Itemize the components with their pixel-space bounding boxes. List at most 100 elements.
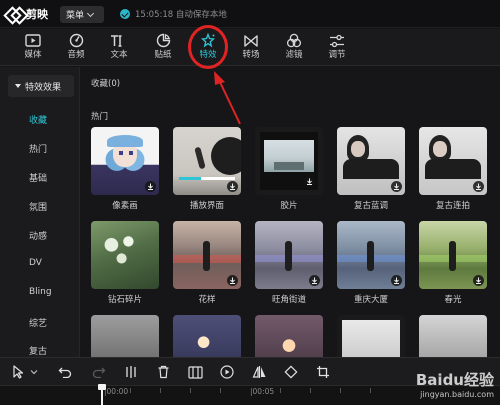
effect-card[interactable] — [255, 315, 327, 357]
effect-card[interactable]: 像素画 — [91, 127, 163, 211]
effect-card[interactable] — [173, 315, 245, 357]
tab-media[interactable]: 媒体 — [14, 31, 52, 64]
tab-transition[interactable]: 转场 — [232, 31, 270, 64]
download-icon[interactable] — [391, 181, 402, 192]
download-icon[interactable] — [309, 275, 320, 286]
save-status-text: 15:05:18 自动保存本地 — [135, 10, 227, 20]
effect-thumbnail — [337, 315, 405, 357]
tab-filter[interactable]: 滤镜 — [275, 31, 313, 64]
sidebar-item-variety[interactable]: 综艺 — [29, 316, 47, 329]
effect-thumbnail — [419, 221, 487, 289]
download-icon[interactable] — [391, 275, 402, 286]
effect-thumbnail — [173, 221, 241, 289]
split-icon[interactable] — [122, 364, 140, 380]
adjust-icon — [329, 31, 345, 50]
menu-button[interactable]: 菜单 — [60, 6, 104, 23]
download-icon[interactable] — [473, 275, 484, 286]
effect-card[interactable]: 花样 — [173, 221, 245, 305]
effect-thumbnail — [173, 127, 241, 195]
sidebar-item-retro[interactable]: 复古 — [29, 344, 47, 357]
effect-label: 钻石碎片 — [107, 295, 142, 305]
sidebar-section-header[interactable]: 特效效果 — [8, 75, 74, 97]
timeline-label-start: |00:00 — [104, 387, 129, 396]
download-icon[interactable] — [304, 176, 315, 187]
effect-label: 胶片 — [280, 201, 298, 211]
rotate-icon[interactable] — [282, 364, 300, 380]
media-icon — [25, 31, 41, 50]
effect-card[interactable]: 钻石碎片 — [91, 221, 163, 305]
effect-thumbnail — [91, 221, 159, 289]
delete-icon[interactable] — [154, 364, 172, 380]
text-icon — [110, 31, 128, 50]
effect-label: 像素画 — [112, 201, 138, 211]
effect-card[interactable]: 胶片 — [255, 127, 327, 211]
effect-card[interactable] — [419, 315, 491, 357]
sidebar-item-bling[interactable]: Bling — [29, 287, 52, 297]
crop-icon[interactable] — [314, 364, 332, 380]
effect-label: 旺角街道 — [271, 295, 306, 305]
audio-icon — [69, 31, 84, 50]
menu-button-label: 菜单 — [66, 11, 85, 21]
sticker-icon — [156, 31, 171, 50]
effect-thumbnail — [337, 221, 405, 289]
filter-icon — [286, 31, 302, 50]
effect-card[interactable]: 播放界面 — [173, 127, 245, 211]
hot-section-label: 热门 — [91, 112, 109, 122]
sidebar-item-atmosphere[interactable]: 氛围 — [29, 200, 47, 213]
caret-down-icon — [15, 84, 21, 88]
sidebar-item-favorites[interactable]: 收藏 — [29, 113, 47, 126]
effect-thumbnail — [173, 315, 241, 357]
play-reverse-icon[interactable] — [218, 364, 236, 380]
effect-card[interactable] — [91, 315, 163, 357]
undo-icon[interactable] — [56, 364, 74, 380]
watermark: Baidu经验 jingyan.baidu.com — [416, 369, 494, 399]
effect-thumbnail — [91, 127, 159, 195]
chevron-down-icon — [86, 9, 95, 17]
freeze-icon[interactable] — [186, 364, 204, 380]
sidebar-item-dv[interactable]: DV — [29, 258, 42, 268]
logo-mark-icon — [6, 8, 23, 20]
download-icon[interactable] — [145, 181, 156, 192]
effect-label: 重庆大厦 — [353, 295, 388, 305]
select-cursor-icon[interactable] — [10, 364, 26, 380]
effect-card[interactable]: 重庆大厦 — [337, 221, 409, 305]
favorites-label: 收藏(0) — [91, 79, 121, 89]
tab-audio[interactable]: 音频 — [57, 31, 95, 64]
tab-label: 媒体 — [24, 50, 42, 60]
tab-adjust[interactable]: 调节 — [318, 31, 356, 64]
saved-check-icon — [120, 9, 130, 19]
tab-label: 调节 — [328, 50, 346, 60]
playhead[interactable] — [98, 384, 106, 405]
tab-sticker[interactable]: 贴纸 — [144, 31, 182, 64]
download-icon[interactable] — [473, 181, 484, 192]
highlight-circle — [188, 25, 228, 69]
effect-label: 春光 — [444, 295, 462, 305]
effect-label: 花样 — [198, 295, 216, 305]
sidebar-item-basic[interactable]: 基础 — [29, 171, 47, 184]
tab-label: 贴纸 — [154, 50, 172, 60]
tab-text[interactable]: 文本 — [100, 31, 138, 64]
effect-card[interactable]: 复古连拍 — [419, 127, 491, 211]
tab-label: 转场 — [242, 50, 260, 60]
effect-label: 复古蓝调 — [353, 201, 388, 211]
effect-card[interactable]: 复古蓝调 — [337, 127, 409, 211]
effect-card[interactable]: 旺角街道 — [255, 221, 327, 305]
select-dropdown-icon[interactable] — [28, 364, 40, 380]
sidebar-item-hot[interactable]: 热门 — [29, 142, 47, 155]
watermark-url: jingyan.baidu.com — [420, 390, 494, 399]
download-icon[interactable] — [227, 181, 238, 192]
category-toolbar: 媒体 音频 文本 贴纸 特效 转场 滤镜 调节 — [0, 29, 500, 66]
sidebar-header-label: 特效效果 — [25, 82, 62, 93]
effect-thumbnail — [337, 127, 405, 195]
effect-card[interactable]: 春光 — [419, 221, 491, 305]
effects-category-sidebar: 特效效果 收藏 热门 基础 氛围 动感 DV Bling 综艺 复古 — [0, 67, 80, 357]
mirror-icon[interactable] — [250, 364, 268, 380]
transition-icon — [243, 31, 259, 50]
download-icon[interactable] — [227, 275, 238, 286]
effect-thumbnail — [255, 127, 323, 195]
redo-icon[interactable] — [90, 364, 108, 380]
sidebar-item-dynamic[interactable]: 动感 — [29, 229, 47, 242]
tab-label: 音频 — [67, 50, 85, 60]
watermark-brand: Baidu经验 — [415, 371, 494, 389]
effect-card[interactable] — [337, 315, 409, 357]
